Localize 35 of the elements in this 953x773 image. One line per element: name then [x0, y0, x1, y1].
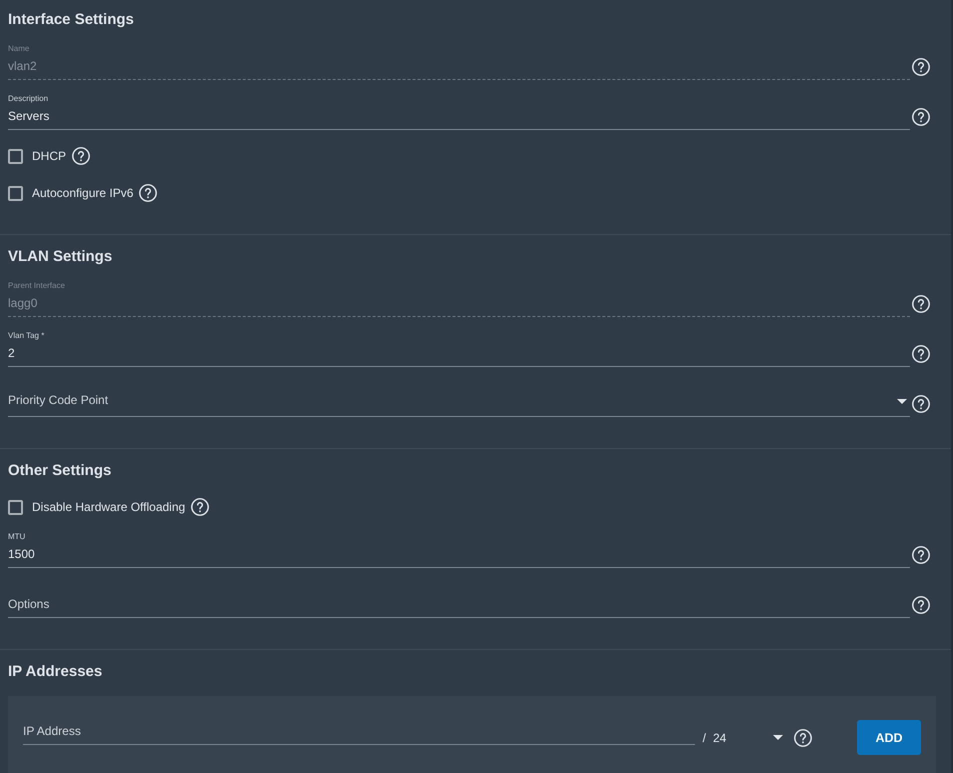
- ip-address-field[interactable]: IP Address: [23, 722, 695, 745]
- text-field[interactable]: 1500: [8, 545, 910, 568]
- add-button[interactable]: ADD: [857, 720, 921, 755]
- help-icon[interactable]: [139, 184, 158, 202]
- help-icon[interactable]: [912, 108, 930, 126]
- section-title: Interface Settings: [8, 10, 135, 30]
- text-field[interactable]: 2: [8, 344, 910, 367]
- checkbox-label[interactable]: Disable Hardware Offloading: [32, 498, 186, 516]
- help-icon[interactable]: [794, 728, 812, 746]
- section-title: IP Addresses: [8, 662, 104, 682]
- section-title: VLAN Settings: [8, 247, 114, 267]
- field-label: Name: [8, 44, 30, 54]
- checkbox[interactable]: [8, 186, 23, 200]
- caret-icon: [897, 399, 907, 404]
- help-icon[interactable]: [72, 147, 90, 165]
- help-icon[interactable]: [912, 395, 930, 413]
- checkbox-label[interactable]: DHCP: [32, 147, 66, 165]
- text-field[interactable]: Servers: [8, 107, 910, 130]
- text-field[interactable]: Options: [8, 595, 910, 618]
- help-icon[interactable]: [912, 546, 930, 564]
- netmask-select[interactable]: 24: [713, 728, 783, 746]
- help-icon[interactable]: [912, 345, 930, 363]
- field-label: Parent Interface: [8, 281, 65, 291]
- help-icon[interactable]: [912, 596, 930, 614]
- separator-text: /: [702, 730, 706, 746]
- field-label: Description: [8, 94, 48, 104]
- section-title: Other Settings: [8, 461, 112, 481]
- caret-icon: [773, 735, 783, 740]
- checkbox[interactable]: [8, 148, 23, 164]
- checkbox[interactable]: [8, 500, 23, 514]
- checkbox-label[interactable]: Autoconfigure IPv6: [32, 184, 134, 202]
- select-field[interactable]: Priority Code Point: [8, 391, 910, 417]
- field-label: MTU: [8, 532, 26, 542]
- help-icon[interactable]: [191, 498, 210, 516]
- field-label: Vlan Tag *: [8, 331, 44, 341]
